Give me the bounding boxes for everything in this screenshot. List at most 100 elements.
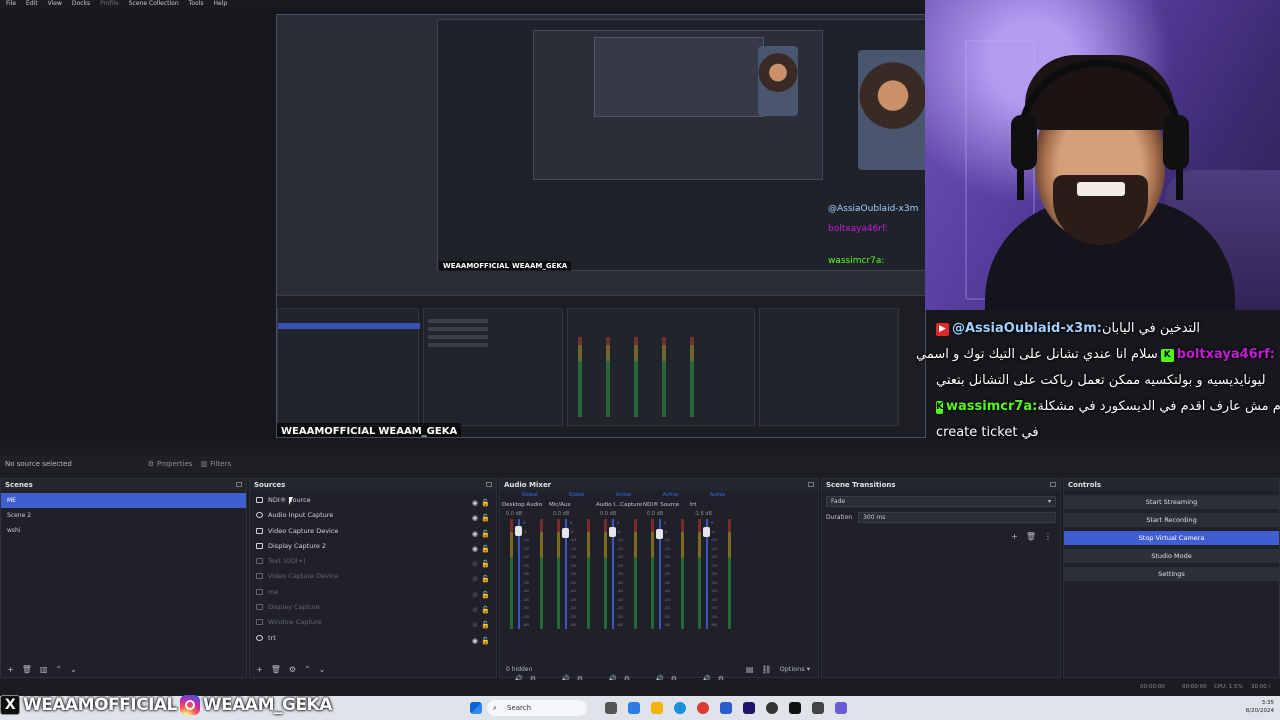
webcam-feed (925, 0, 1280, 310)
chat-user: wassimcr7a: (945, 399, 1038, 414)
trash-icon[interactable]: 🗑 (1026, 532, 1036, 541)
add-icon[interactable]: + (256, 665, 263, 674)
add-icon[interactable]: + (1011, 532, 1018, 541)
youtube-icon: ▶ (936, 322, 949, 336)
layout-icon[interactable]: ▤ (746, 665, 754, 674)
obs-icon[interactable] (766, 702, 778, 714)
volume-meter (634, 519, 637, 629)
up-arrow-icon[interactable]: ⌃ (304, 665, 311, 674)
text-icon (256, 558, 263, 565)
nested-chat-1: @AssiaOublaid-x3m (828, 204, 919, 214)
premiere-icon[interactable] (743, 702, 755, 714)
source-item[interactable]: Audio Input Capture ◉ 🔓 (250, 508, 496, 523)
channel-name[interactable]: Mic/Aux (549, 500, 596, 510)
app-icon[interactable] (720, 702, 732, 714)
volume-fader-knob[interactable] (515, 526, 522, 536)
stop-virtual-camera-button[interactable]: Stop Virtual Camera (1064, 531, 1279, 545)
taskbar-clock[interactable]: 3:35 8/20/2024 (1246, 699, 1274, 715)
channel-name[interactable]: Desktop Audio (502, 500, 549, 510)
down-arrow-icon[interactable]: ⌄ (70, 665, 77, 674)
mixer-tags: Global Global Active Active Active (521, 492, 726, 498)
source-item[interactable]: me ⊘ 🔓 (250, 585, 496, 600)
taskbar-search[interactable]: ⌕ Search (487, 700, 587, 716)
chat-text: ليونايديسيه و بولتكسيه ممكن تعمل رياكت ع… (936, 373, 1266, 388)
more-icon[interactable]: ⋮ (1044, 532, 1052, 541)
ndi-icon (256, 497, 263, 503)
scenes-dock: Scenes ME Scene 2 wshi + 🗑 ▥ ⌃ ⌄ (0, 478, 247, 678)
windows-start-icon[interactable] (470, 702, 482, 714)
trash-icon[interactable]: 🗑 (271, 665, 281, 674)
source-item[interactable]: Video Capture Device ⊘ 🔓 (250, 569, 496, 584)
discord-icon[interactable] (835, 702, 847, 714)
menu-help[interactable]: Help (213, 0, 227, 8)
volume-fader-knob[interactable] (703, 527, 710, 537)
link-icon[interactable]: ⛓ (761, 665, 771, 674)
menu-scene-collection[interactable]: Scene Collection (129, 0, 179, 8)
trash-icon[interactable]: 🗑 (22, 665, 32, 674)
float-icon[interactable] (1050, 482, 1056, 487)
studio-mode-button[interactable]: Studio Mode (1064, 549, 1279, 563)
menu-edit[interactable]: Edit (26, 0, 38, 8)
file-explorer-icon[interactable] (651, 702, 663, 714)
source-item[interactable]: Text (GDI+) ⊘ 🔓 (250, 554, 496, 569)
properties-button[interactable]: ⚙ Properties (148, 460, 193, 468)
audio-mixer-dock: Audio Mixer Global Global Active Active Acti… (499, 478, 819, 683)
options-button[interactable]: Options ▾ (780, 665, 810, 673)
eye-icon[interactable]: ◉ (472, 634, 478, 649)
float-icon[interactable] (486, 482, 492, 487)
add-icon[interactable]: + (7, 665, 14, 674)
menu-profile[interactable]: Profile (100, 0, 119, 8)
channel-name[interactable]: trt (690, 500, 737, 510)
volume-meter (651, 519, 654, 629)
lock-icon[interactable]: 🔓 (481, 634, 490, 649)
duration-input[interactable]: 300 ms (858, 512, 1056, 523)
copilot-icon[interactable] (628, 702, 640, 714)
volume-fader-knob[interactable] (609, 527, 616, 537)
task-view-icon[interactable] (605, 702, 617, 714)
channel-name[interactable]: Audio I...Capture (596, 500, 643, 510)
source-item[interactable]: Display Capture ⊘ 🔓 (250, 600, 496, 615)
chrome-icon[interactable] (697, 702, 709, 714)
menu-view[interactable]: View (48, 0, 62, 8)
menu-docks[interactable]: Docks (72, 0, 90, 8)
mixer-channel-db: 0.0 dB 0.0 dB 0.0 dB 0.0 dB -1.6 dB (506, 511, 712, 517)
volume-fader-knob[interactable] (656, 529, 663, 539)
gear-icon[interactable]: ⚙ (289, 665, 296, 674)
source-item[interactable]: Video Capture Device ◉ 🔓 (250, 524, 496, 539)
selection-label: No source selected (5, 460, 72, 468)
properties-label: Properties (157, 460, 193, 468)
scene-item-wshi[interactable]: wshi (1, 523, 246, 538)
search-icon: ⌕ (493, 704, 497, 712)
menu-file[interactable]: File (6, 0, 16, 8)
sources-toolbar: + 🗑 ⚙ ⌃ ⌄ (250, 661, 496, 677)
volume-fader-knob[interactable] (562, 528, 569, 538)
transition-select[interactable]: Fade ▾ (826, 496, 1056, 507)
edge-icon[interactable] (674, 702, 686, 714)
settings-button[interactable]: Settings (1064, 567, 1279, 581)
start-recording-button[interactable]: Start Recording (1064, 513, 1279, 527)
down-arrow-icon[interactable]: ⌄ (319, 665, 326, 674)
scene-item-scene-2[interactable]: Scene 2 (1, 508, 246, 523)
filters-button[interactable]: ▥ Filters (200, 460, 231, 468)
scene-item-me[interactable]: ME (1, 493, 246, 508)
start-streaming-button[interactable]: Start Streaming (1064, 495, 1279, 509)
up-arrow-icon[interactable]: ⌃ (55, 665, 62, 674)
preview-canvas[interactable]: @AssiaOublaid-x3m boltxaya46rf: wassimcr… (276, 14, 926, 438)
nested-sources-panel (423, 308, 563, 426)
chat-text: سلام انا عندي تشانل على التيك توك و اسمي (916, 347, 1158, 362)
nested-x-handle: WEAAMOFFICIAL (281, 425, 376, 437)
source-item[interactable]: NDI® Source ◉ 🔓 (250, 493, 496, 508)
ndi-app-icon[interactable] (812, 702, 824, 714)
source-item[interactable]: trt ◉ 🔓 (250, 631, 496, 646)
filter-icon[interactable]: ▥ (40, 665, 48, 674)
source-item[interactable]: Display Capture 2 ◉ 🔓 (250, 539, 496, 554)
channel-name[interactable]: NDI® Source (643, 500, 690, 510)
source-item[interactable]: Window Capture ⊘ 🔓 (250, 615, 496, 630)
float-icon[interactable] (808, 482, 814, 487)
volume-meter (587, 519, 590, 629)
float-icon[interactable] (236, 482, 242, 487)
nested-x-handle-small: WEAAMOFFICIAL (443, 262, 510, 270)
menu-tools[interactable]: Tools (189, 0, 204, 8)
tiktok-icon[interactable] (789, 702, 801, 714)
headset-cup-left (1011, 115, 1037, 170)
